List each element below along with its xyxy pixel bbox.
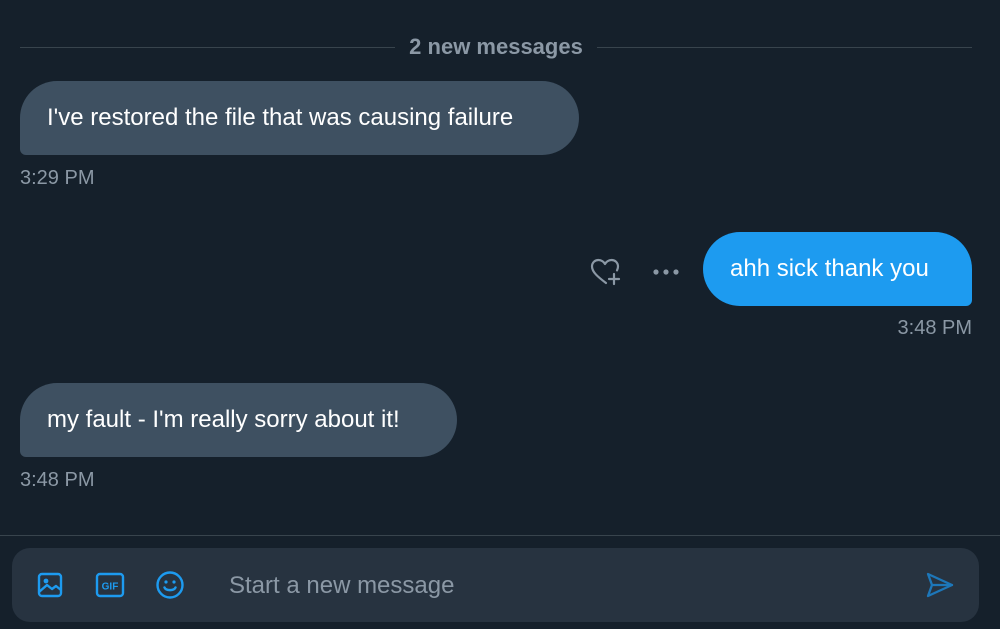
message-text: I've restored the file that was causing …: [47, 104, 514, 131]
send-icon[interactable]: [922, 567, 958, 603]
message-bubble-received[interactable]: my fault - I'm really sorry about it!: [20, 383, 457, 457]
message-timestamp: 3:48 PM: [20, 469, 95, 491]
new-messages-label: 2 new messages: [409, 34, 583, 59]
dm-conversation: 2 new messages I've restored the file th…: [0, 0, 1000, 629]
message-bubble-received[interactable]: I've restored the file that was causing …: [20, 81, 579, 155]
new-messages-divider: 2 new messages: [20, 30, 973, 64]
message-timestamp: 3:48 PM: [897, 317, 972, 339]
gif-icon[interactable]: GIF: [92, 567, 128, 603]
emoji-icon[interactable]: [152, 567, 188, 603]
gif-icon-text: GIF: [102, 582, 119, 593]
heart-plus-icon[interactable]: [586, 252, 626, 292]
more-icon[interactable]: [646, 252, 686, 292]
message-bubble-sent[interactable]: ahh sick thank you: [703, 232, 972, 306]
composer-divider: [0, 535, 1000, 536]
divider-line: [20, 46, 396, 48]
message-composer: GIF: [12, 548, 979, 622]
message-input[interactable]: [227, 566, 911, 606]
message-text: my fault - I'm really sorry about it!: [47, 406, 400, 433]
message-text: ahh sick thank you: [730, 255, 929, 282]
divider-line: [596, 46, 973, 48]
image-icon[interactable]: [32, 567, 68, 603]
message-actions: [586, 252, 686, 292]
message-timestamp: 3:29 PM: [20, 167, 95, 189]
